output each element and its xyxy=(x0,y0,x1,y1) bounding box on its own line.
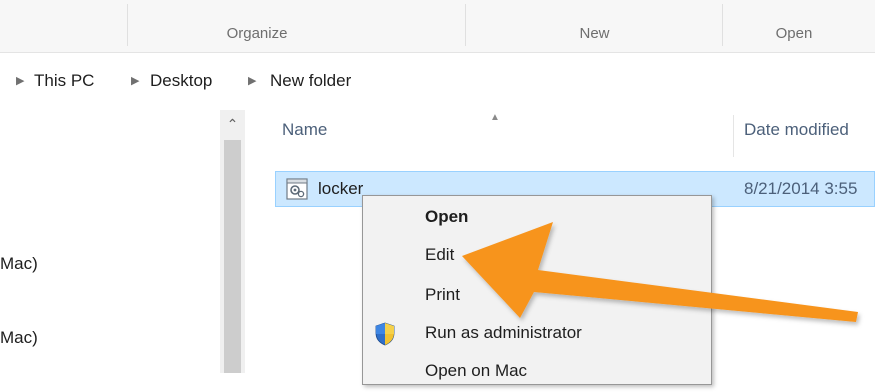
column-header-name[interactable]: Name xyxy=(282,120,327,140)
nav-item-mac-drive[interactable]: Mac) xyxy=(0,254,38,274)
breadcrumb-desktop[interactable]: Desktop xyxy=(150,71,212,91)
sort-ascending-icon: ▲ xyxy=(490,112,500,123)
breadcrumb-chevron-icon[interactable]: ▶ xyxy=(131,74,139,87)
file-date-modified: 8/21/2014 3:55 xyxy=(744,179,858,198)
breadcrumb-chevron-icon[interactable]: ▶ xyxy=(248,74,256,87)
menu-item-label: Open xyxy=(425,207,469,226)
menu-item-print[interactable]: Print xyxy=(363,278,711,316)
column-divider[interactable] xyxy=(733,115,734,157)
menu-item-label: Run as administrator xyxy=(425,323,582,342)
settings-file-icon xyxy=(286,178,308,200)
ribbon-group-label: New xyxy=(579,25,610,42)
ribbon-bar: Organize New Open xyxy=(0,0,875,53)
scrollbar-thumb[interactable] xyxy=(224,140,241,373)
nav-scrollbar[interactable]: ⌃ xyxy=(220,110,245,373)
ribbon-group-organize: Organize xyxy=(128,0,466,52)
breadcrumb-chevron-icon[interactable]: ▶ xyxy=(16,74,24,87)
menu-item-open-on-mac[interactable]: Open on Mac xyxy=(363,354,711,392)
menu-item-edit[interactable]: Edit xyxy=(363,238,711,276)
scroll-up-icon[interactable]: ⌃ xyxy=(220,110,245,138)
navigation-pane: Mac) Mac) xyxy=(0,110,220,373)
ribbon-group-label: Organize xyxy=(226,25,288,42)
context-menu: Open Edit Print Run as administrator Ope… xyxy=(362,195,712,385)
menu-item-run-as-administrator[interactable]: Run as administrator xyxy=(363,316,711,354)
ribbon-group-label: Open xyxy=(775,25,813,42)
nav-item-mac-drive[interactable]: Mac) xyxy=(0,328,38,348)
menu-item-label: Print xyxy=(425,285,460,304)
uac-shield-icon xyxy=(375,322,395,346)
menu-item-label: Edit xyxy=(425,245,455,264)
ribbon-group-open: Open xyxy=(723,0,875,52)
ribbon-group-new: New xyxy=(466,0,723,52)
menu-item-open[interactable]: Open xyxy=(363,200,711,238)
column-header-date-modified[interactable]: Date modified xyxy=(744,120,849,140)
breadcrumb-new-folder[interactable]: New folder xyxy=(270,71,351,91)
file-name[interactable]: locker xyxy=(318,179,363,199)
menu-item-label: Open on Mac xyxy=(425,361,528,380)
address-bar[interactable]: ▶ This PC ▶ Desktop ▶ New folder xyxy=(0,62,875,98)
breadcrumb-this-pc[interactable]: This PC xyxy=(34,71,94,91)
